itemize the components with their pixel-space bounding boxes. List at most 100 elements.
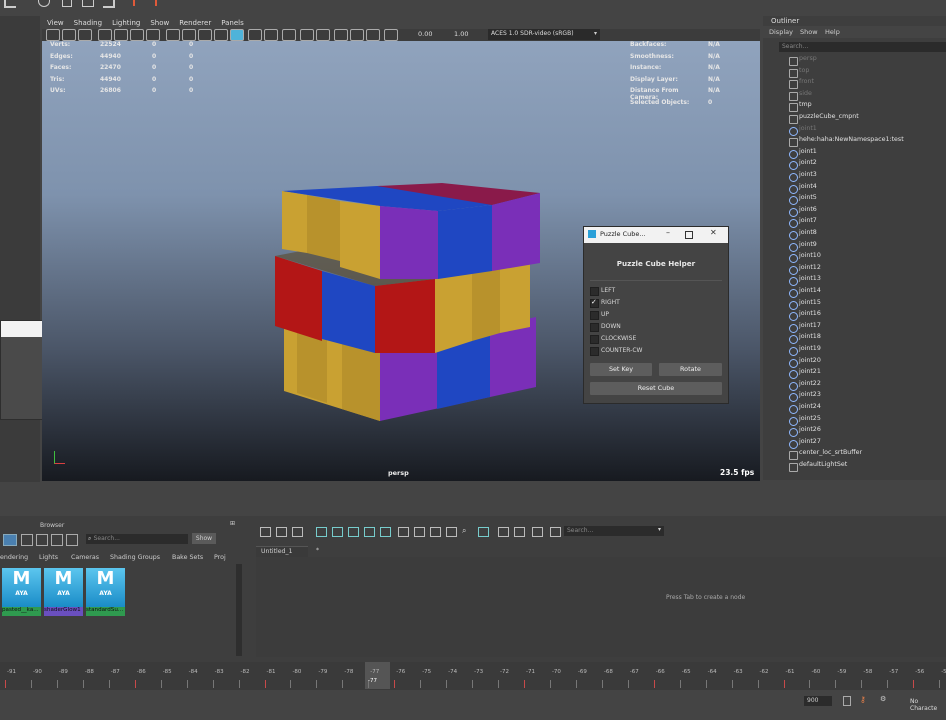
menu-show[interactable]: Show xyxy=(145,19,174,27)
outliner-menu-help[interactable]: Help xyxy=(825,28,840,36)
outliner-item[interactable]: joint2 xyxy=(789,159,817,171)
end-frame-field[interactable]: 900 xyxy=(804,696,832,706)
outliner-item[interactable]: joint26 xyxy=(789,426,821,438)
move-tool-icon[interactable] xyxy=(82,0,94,7)
antialias-icon[interactable] xyxy=(264,29,278,41)
gamma-value[interactable]: 1.00 xyxy=(454,30,468,38)
outliner-item[interactable]: joint19 xyxy=(789,345,821,356)
checkbox-left[interactable] xyxy=(590,287,599,296)
browser-scrollbar[interactable] xyxy=(236,564,242,656)
material-tile[interactable]: M AYA shaderGlow1 xyxy=(44,568,83,616)
grid-icon[interactable] xyxy=(98,29,112,41)
browser-search[interactable]: ⌕ Search... xyxy=(86,534,188,544)
show-button[interactable]: Show xyxy=(192,533,216,544)
outliner-item[interactable]: front xyxy=(789,78,814,90)
lights-icon[interactable] xyxy=(214,29,228,41)
outliner-item[interactable]: joint23 xyxy=(789,391,821,403)
node-tool-icon[interactable] xyxy=(292,527,303,537)
checkbox-right[interactable]: ✓ xyxy=(590,298,599,308)
maximize-icon[interactable]: ⊞ xyxy=(230,520,235,527)
outliner-item[interactable]: center_loc_srtBuffer xyxy=(789,449,862,461)
outliner-item[interactable]: joint5 xyxy=(789,194,817,206)
outliner-menu-display[interactable]: Display xyxy=(769,28,793,36)
textured-icon[interactable] xyxy=(198,29,212,41)
tab-cameras[interactable]: Cameras xyxy=(71,554,99,561)
hypershade-icon-1[interactable] xyxy=(3,534,17,546)
snap-icon[interactable] xyxy=(133,0,135,6)
film-gate-icon[interactable] xyxy=(114,29,128,41)
tab-lights[interactable]: Lights xyxy=(39,554,58,561)
outliner-item[interactable]: joint25 xyxy=(789,415,821,426)
node-tool-icon[interactable] xyxy=(478,527,489,537)
outliner-item[interactable]: joint15 xyxy=(789,299,821,310)
camera-icon[interactable] xyxy=(46,29,60,41)
node-tool-icon[interactable] xyxy=(348,527,359,537)
smooth-shade-icon[interactable] xyxy=(182,29,196,41)
resolution-gate-icon[interactable] xyxy=(130,29,144,41)
paint-tool-icon[interactable] xyxy=(62,0,72,7)
outliner-item[interactable]: joint9 xyxy=(789,241,817,252)
outliner-item[interactable]: joint21 xyxy=(789,368,821,380)
outliner-item[interactable]: joint1 xyxy=(789,148,817,159)
rotate-button[interactable]: Rotate xyxy=(659,363,722,376)
key-icon[interactable]: ⚷ xyxy=(860,695,866,704)
minimize-icon[interactable]: – xyxy=(666,228,670,237)
image-plane-icon[interactable] xyxy=(78,29,92,41)
node-search[interactable]: Search... ▾ xyxy=(564,526,664,536)
hypershade-icon-4[interactable] xyxy=(51,534,63,546)
outliner-item[interactable]: side xyxy=(789,90,812,101)
hud-icon[interactable] xyxy=(334,29,348,41)
outliner-item[interactable]: joint1 xyxy=(789,125,817,136)
panel-layout-icon[interactable] xyxy=(384,29,398,41)
material-tile[interactable]: M AYA pasted__ka... xyxy=(2,568,41,616)
tab-shading-groups[interactable]: Shading Groups xyxy=(110,554,160,561)
checkbox-up[interactable] xyxy=(590,311,599,320)
tab-projects[interactable]: Proj xyxy=(214,554,226,561)
outliner-item[interactable]: hehe:haha:NewNamespace1:test xyxy=(789,136,904,148)
rotate-tool-icon[interactable] xyxy=(103,0,115,8)
outliner-item[interactable]: joint24 xyxy=(789,403,821,414)
node-tool-icon[interactable] xyxy=(398,527,409,537)
node-tool-icon[interactable] xyxy=(332,527,343,537)
maximize-icon[interactable] xyxy=(685,231,693,239)
menu-renderer[interactable]: Renderer xyxy=(174,19,216,27)
outliner-item[interactable]: joint20 xyxy=(789,357,821,368)
outliner-item[interactable]: joint17 xyxy=(789,322,821,333)
outliner-item[interactable]: puzzleCube_cmpnt xyxy=(789,113,859,124)
dialog-titlebar[interactable]: Puzzle Cube... – ✕ xyxy=(584,227,728,243)
gamma-icon[interactable] xyxy=(350,29,364,41)
colorspace-dropdown[interactable]: ACES 1.0 SDR-video (sRGB) ▾ xyxy=(488,29,600,40)
outliner-item[interactable]: joint22 xyxy=(789,380,821,391)
node-tool-icon[interactable] xyxy=(260,527,271,537)
menu-panels[interactable]: Panels xyxy=(216,19,249,27)
checkbox-down[interactable] xyxy=(590,323,599,332)
exposure-value[interactable]: 0.00 xyxy=(418,30,432,38)
node-editor-canvas[interactable]: Press Tab to create a node xyxy=(256,557,946,657)
menu-shading[interactable]: Shading xyxy=(69,19,107,27)
outliner-search[interactable]: Search... xyxy=(779,42,946,52)
node-tool-icon[interactable] xyxy=(364,527,375,537)
exposure-icon[interactable] xyxy=(366,29,380,41)
snap-icon-2[interactable] xyxy=(155,0,157,6)
checkbox-clockwise[interactable] xyxy=(590,335,599,344)
outliner-item[interactable]: joint16 xyxy=(789,310,821,322)
auto-key-icon[interactable] xyxy=(843,696,851,706)
outliner-item[interactable]: joint27 xyxy=(789,438,821,449)
reset-cube-button[interactable]: Reset Cube xyxy=(590,382,722,395)
xray-icon[interactable] xyxy=(282,29,296,41)
outliner-item[interactable]: joint4 xyxy=(789,183,817,194)
outliner-item[interactable]: tmp xyxy=(789,101,812,113)
tab-rendering[interactable]: endering xyxy=(0,554,28,561)
material-tile[interactable]: M AYA standardSu... xyxy=(86,568,125,616)
lasso-tool-icon[interactable] xyxy=(38,0,50,7)
hypershade-icon-5[interactable] xyxy=(66,534,78,546)
node-tool-icon[interactable] xyxy=(550,527,561,537)
menu-lighting[interactable]: Lighting xyxy=(107,19,145,27)
node-tool-icon[interactable] xyxy=(532,527,543,537)
outliner-item[interactable]: joint13 xyxy=(789,275,821,287)
outliner-item[interactable]: defaultLightSet xyxy=(789,461,847,472)
outliner-item[interactable]: top xyxy=(789,67,809,78)
tab-bake-sets[interactable]: Bake Sets xyxy=(172,554,203,561)
outliner-item[interactable]: joint8 xyxy=(789,229,817,240)
hypershade-icon-2[interactable] xyxy=(21,534,33,546)
